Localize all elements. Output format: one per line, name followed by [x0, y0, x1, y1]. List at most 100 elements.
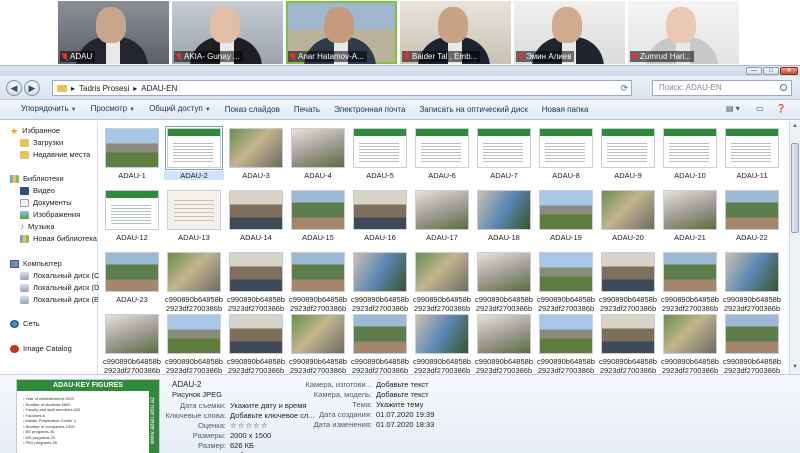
file-item[interactable]: ADAU-18	[474, 190, 534, 242]
file-item[interactable]: c990890b64858b2923df2700386b4f4d-29	[536, 252, 596, 322]
detail-value[interactable]: Укажите тему	[376, 400, 423, 409]
path-box[interactable]: ▸ Tadris Prosesi ▸ ADAU-EN ⟳	[52, 80, 632, 96]
detail-value[interactable]: Укажите дату и время	[230, 401, 306, 410]
detail-value[interactable]: Добавьте текст	[376, 380, 429, 389]
file-item[interactable]: ADAU-4	[288, 128, 348, 180]
file-item[interactable]: c990890b64858b2923df2700386b4f4d-33	[102, 314, 162, 374]
file-item[interactable]: ADAU-9	[598, 128, 658, 180]
file-item[interactable]: ADAU-8	[536, 128, 596, 180]
breadcrumb-tadris-prosesi[interactable]: Tadris Prosesi	[79, 84, 129, 93]
file-item[interactable]: c990890b64858b2923df2700386b4f4d-28	[474, 252, 534, 322]
toolbar-item-7[interactable]: Записать на оптический диск	[412, 100, 534, 120]
file-item[interactable]: c990890b64858b2923df2700386b4f4d-36	[288, 314, 348, 374]
toolbar-item-5[interactable]: Печать	[287, 100, 327, 120]
file-item[interactable]: ADAU-7	[474, 128, 534, 180]
file-item[interactable]: c990890b64858b2923df2700386b4f4d-27	[412, 252, 472, 322]
file-item[interactable]: c990890b64858b2923df2700386b4f4d-23	[164, 252, 224, 322]
detail-value[interactable]: 626 КБ	[230, 441, 254, 450]
preview-pane-icon[interactable]: ▭	[756, 104, 764, 116]
file-item[interactable]: c990890b64858b2923df2700386b4f4d-30	[598, 252, 658, 322]
file-item[interactable]: c990890b64858b2923df2700386b4f4d-43	[722, 314, 782, 374]
file-item[interactable]: ADAU-10	[660, 128, 720, 180]
sidebar-item-1[interactable]: ★ Избранное	[10, 125, 60, 136]
detail-value[interactable]: 2000 x 1500	[230, 431, 271, 440]
sidebar-item-15[interactable]: Image Catalog	[10, 343, 72, 354]
file-item[interactable]: ADAU-21	[660, 190, 720, 242]
scrollbar-thumb[interactable]	[791, 143, 799, 233]
file-item[interactable]: ADAU-3	[226, 128, 286, 180]
detail-value[interactable]: Добавьте текст	[376, 390, 429, 399]
detail-value[interactable]: 01.07.2020 19:39	[376, 410, 434, 419]
file-item[interactable]: c990890b64858b2923df2700386b4f4d-42	[660, 314, 720, 374]
detail-value[interactable]: ☆☆☆☆☆	[230, 421, 269, 430]
file-item[interactable]: ADAU-17	[412, 190, 472, 242]
vertical-scrollbar[interactable]: ▲ ▼	[789, 121, 800, 374]
sidebar-item-3[interactable]: Недавние места	[20, 149, 90, 160]
file-item[interactable]: c990890b64858b2923df2700386b4f4d-41	[598, 314, 658, 374]
participant-tile[interactable]: ADAU	[58, 1, 169, 64]
refresh-icon[interactable]: ⟳	[620, 83, 628, 94]
participant-tile[interactable]: Baider Tal , Emb...	[400, 1, 511, 64]
scroll-up-icon[interactable]: ▲	[791, 123, 799, 131]
participant-tile[interactable]: Anar Hatamov-A...	[286, 1, 397, 64]
file-item[interactable]: ADAU-23	[102, 252, 162, 304]
help-icon[interactable]: ❓	[776, 104, 786, 116]
file-item[interactable]: ADAU-5	[350, 128, 410, 180]
detail-value[interactable]: Добавьте ключевое сл...	[230, 411, 315, 420]
maximize-button[interactable]: □	[763, 67, 779, 75]
file-item[interactable]: c990890b64858b2923df2700386b4f4d-31	[660, 252, 720, 322]
toolbar-item-2[interactable]: Просмотр ▼	[84, 99, 143, 120]
file-item[interactable]: c990890b64858b2923df2700386b4f4d-25	[288, 252, 348, 322]
search-input[interactable]: Поиск: ADAU-EN	[652, 80, 792, 96]
file-item[interactable]: c990890b64858b2923df2700386b4f4d-32	[722, 252, 782, 322]
minimize-button[interactable]: —	[746, 67, 762, 75]
file-item[interactable]: ADAU-22	[722, 190, 782, 242]
file-item[interactable]: ADAU-15	[288, 190, 348, 242]
sidebar-item-13[interactable]: Локальный диск (E	[20, 294, 99, 305]
sidebar-item-11[interactable]: Локальный диск (C	[20, 270, 99, 281]
file-item[interactable]: c990890b64858b2923df2700386b4f4d-39	[474, 314, 534, 374]
toolbar-item-4[interactable]: Показ слайдов	[218, 100, 287, 120]
file-item[interactable]: ADAU-6	[412, 128, 472, 180]
toolbar-item-3[interactable]: Общий доступ ▼	[142, 99, 218, 120]
sidebar-item-12[interactable]: Локальный диск (D	[20, 282, 99, 293]
sidebar-item-9[interactable]: Новая библиотека	[20, 233, 97, 244]
file-item[interactable]: c990890b64858b2923df2700386b4f4d-38	[412, 314, 472, 374]
participant-tile[interactable]: Zumrud Hari...	[628, 1, 739, 64]
sidebar-item-5[interactable]: Видео	[20, 185, 55, 196]
sidebar-item-2[interactable]: Загрузки	[20, 137, 63, 148]
forward-button[interactable]: ▶	[24, 80, 40, 96]
file-item[interactable]: ADAU-20	[598, 190, 658, 242]
breadcrumb-adau-en[interactable]: ADAU-EN	[141, 84, 177, 93]
file-item[interactable]: ADAU-19	[536, 190, 596, 242]
file-item[interactable]: c990890b64858b2923df2700386b4f4d-35	[226, 314, 286, 374]
file-item[interactable]: c990890b64858b2923df2700386b4f4d-34	[164, 314, 224, 374]
sidebar-item-4[interactable]: Библиотеки	[10, 173, 64, 184]
scroll-down-icon[interactable]: ▼	[791, 364, 799, 372]
detail-value[interactable]: 01.07.2020 18:33	[376, 420, 434, 429]
view-options-icon[interactable]: ▤ ▾	[726, 104, 740, 116]
sidebar-item-7[interactable]: Изображения	[20, 209, 80, 220]
sidebar-item-14[interactable]: Сеть	[10, 318, 40, 329]
file-item[interactable]: ADAU-11	[722, 128, 782, 180]
file-item[interactable]: c990890b64858b2923df2700386b4f4d-26	[350, 252, 410, 322]
sidebar-item-8[interactable]: ♪ Музыка	[20, 221, 55, 232]
toolbar-item-8[interactable]: Новая папка	[535, 100, 596, 120]
close-button[interactable]: ✕	[780, 67, 798, 75]
file-item[interactable]: ADAU-1	[102, 128, 162, 180]
toolbar-item-1[interactable]: Упорядочить ▼	[14, 99, 84, 120]
file-item[interactable]: ADAU-2	[164, 126, 224, 180]
participant-tile[interactable]: Эмин Алиев	[514, 1, 625, 64]
sidebar-item-10[interactable]: Компьютер	[10, 258, 62, 269]
participant-tile[interactable]: AKIA- Gunay ...	[172, 1, 283, 64]
file-item[interactable]: c990890b64858b2923df2700386b4f4d-24	[226, 252, 286, 322]
file-item[interactable]: ADAU-12	[102, 190, 162, 242]
back-button[interactable]: ◀	[6, 80, 22, 96]
file-item[interactable]: c990890b64858b2923df2700386b4f4d-40	[536, 314, 596, 374]
file-item[interactable]: c990890b64858b2923df2700386b4f4d-37	[350, 314, 410, 374]
sidebar-item-6[interactable]: Документы	[20, 197, 72, 208]
toolbar-item-6[interactable]: Электронная почта	[327, 100, 412, 120]
file-item[interactable]: ADAU-16	[350, 190, 410, 242]
file-item[interactable]: ADAU-14	[226, 190, 286, 242]
file-item[interactable]: ADAU-13	[164, 190, 224, 242]
